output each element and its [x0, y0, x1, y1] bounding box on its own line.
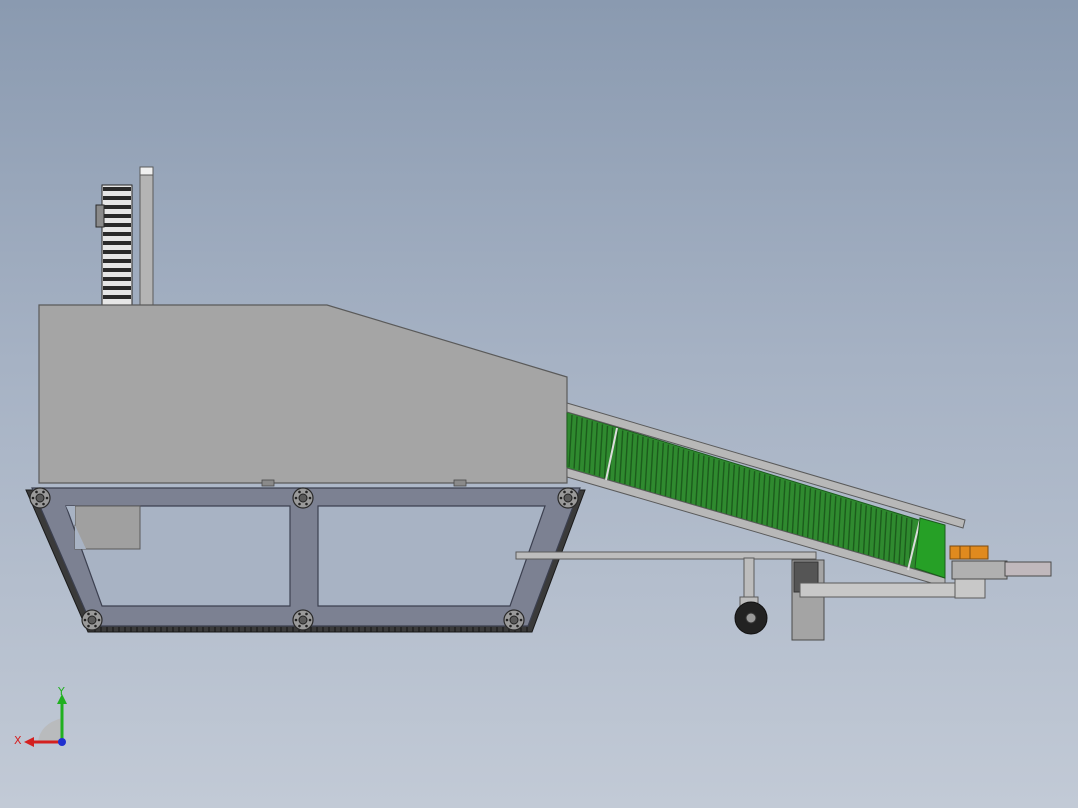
track-roller: [557, 487, 579, 509]
gear-tooth: [103, 214, 131, 218]
orange-coupling: [949, 545, 989, 560]
discharge-pipe: [1004, 561, 1052, 577]
triad-plane-shade: [38, 718, 62, 742]
gear-hub: [95, 204, 105, 228]
gear-tooth: [103, 268, 131, 272]
track-roller: [81, 609, 103, 631]
support-structure[interactable]: [515, 545, 1052, 641]
belt-end-roller: [914, 517, 946, 579]
y-axis-label: Y: [57, 685, 65, 698]
coordinate-triad: Y X: [14, 685, 67, 747]
x-axis-arrow: [24, 737, 34, 747]
z-axis-dot: [58, 738, 66, 746]
post-cap: [139, 166, 154, 176]
horizontal-support-bar: [515, 551, 817, 560]
top-gear-assembly: [95, 166, 154, 306]
machine-model[interactable]: [0, 0, 1078, 808]
frame-opening-right: [317, 505, 546, 607]
gear-tooth: [103, 223, 131, 227]
gear-tooth: [103, 286, 131, 290]
gear-tooth: [103, 295, 131, 299]
gear-tooth: [103, 187, 131, 191]
x-axis-label: X: [14, 734, 22, 747]
housing-foot-right: [453, 479, 467, 487]
track-roller: [292, 487, 314, 509]
gear-tooth: [103, 250, 131, 254]
gear-tooth: [103, 277, 131, 281]
discharge-block: [951, 560, 1008, 580]
caster-hub: [745, 612, 757, 624]
main-housing[interactable]: [38, 304, 568, 484]
gear-tooth: [103, 259, 131, 263]
caster-leg: [743, 557, 755, 601]
gear-tooth: [103, 205, 131, 209]
cad-viewport[interactable]: Y X: [0, 0, 1078, 808]
gear-tooth: [103, 241, 131, 245]
track-roller: [292, 609, 314, 631]
gear-tooth: [103, 232, 131, 236]
track-frame[interactable]: [25, 487, 586, 633]
housing-foot-left: [261, 479, 275, 487]
vertical-post: [139, 169, 154, 306]
inner-bracket: [74, 505, 141, 550]
gear-tooth: [103, 196, 131, 200]
track-roller: [29, 487, 51, 509]
track-roller: [503, 609, 525, 631]
